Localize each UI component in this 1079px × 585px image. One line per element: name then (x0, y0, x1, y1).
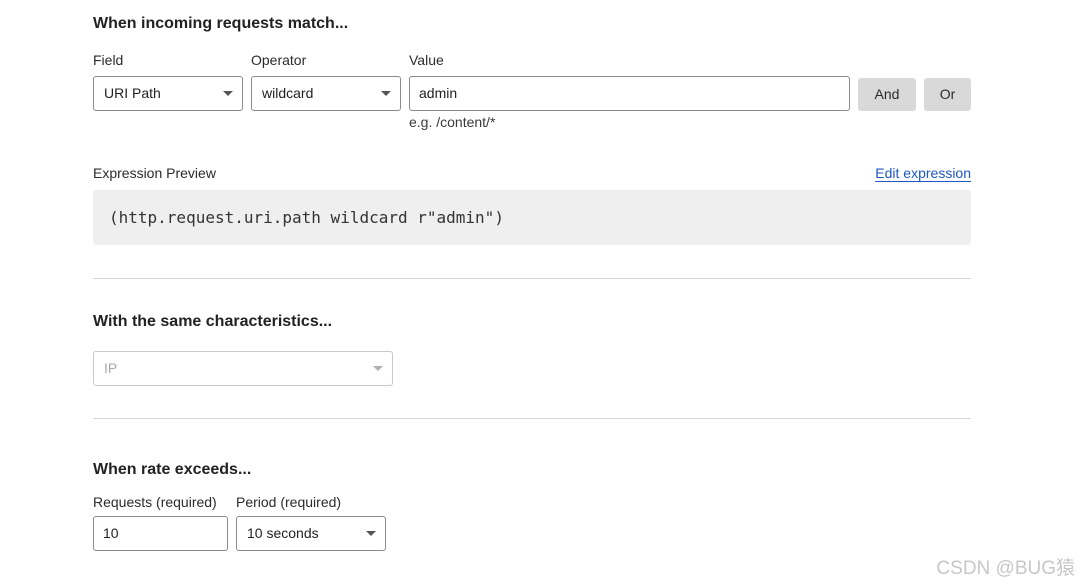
value-hint: e.g. /content/* (409, 114, 496, 130)
characteristics-select-value: IP (104, 360, 118, 376)
expression-preview-label: Expression Preview (93, 165, 216, 181)
requests-label: Requests (required) (93, 494, 217, 510)
requests-input-text: 10 (103, 525, 119, 541)
period-select[interactable]: 10 seconds (236, 516, 386, 551)
expression-preview-code: (http.request.uri.path wildcard r"admin"… (93, 190, 971, 245)
section-divider (93, 418, 971, 419)
value-input-text: admin (419, 85, 458, 101)
period-select-value: 10 seconds (247, 525, 319, 541)
operator-select[interactable]: wildcard (251, 76, 401, 111)
chevron-down-icon (366, 531, 376, 536)
operator-label: Operator (251, 52, 307, 68)
chevron-down-icon (373, 366, 383, 371)
characteristics-section-title: With the same characteristics... (93, 313, 333, 330)
field-select-value: URI Path (104, 85, 161, 101)
or-button[interactable]: Or (924, 78, 971, 111)
rate-section-title: When rate exceeds... (93, 461, 252, 478)
chevron-down-icon (381, 91, 391, 96)
field-select[interactable]: URI Path (93, 76, 243, 111)
watermark: CSDN @BUG猿 (936, 558, 1075, 579)
value-input[interactable]: admin (409, 76, 850, 111)
edit-expression-link[interactable]: Edit expression (875, 165, 971, 181)
match-section-title: When incoming requests match... (93, 15, 349, 32)
and-button[interactable]: And (858, 78, 916, 111)
operator-select-value: wildcard (262, 85, 314, 101)
chevron-down-icon (223, 91, 233, 96)
requests-input[interactable]: 10 (93, 516, 228, 551)
characteristics-select: IP (93, 351, 393, 386)
section-divider (93, 278, 971, 279)
period-label: Period (required) (236, 494, 342, 510)
field-label: Field (93, 52, 124, 68)
value-label: Value (409, 52, 444, 68)
